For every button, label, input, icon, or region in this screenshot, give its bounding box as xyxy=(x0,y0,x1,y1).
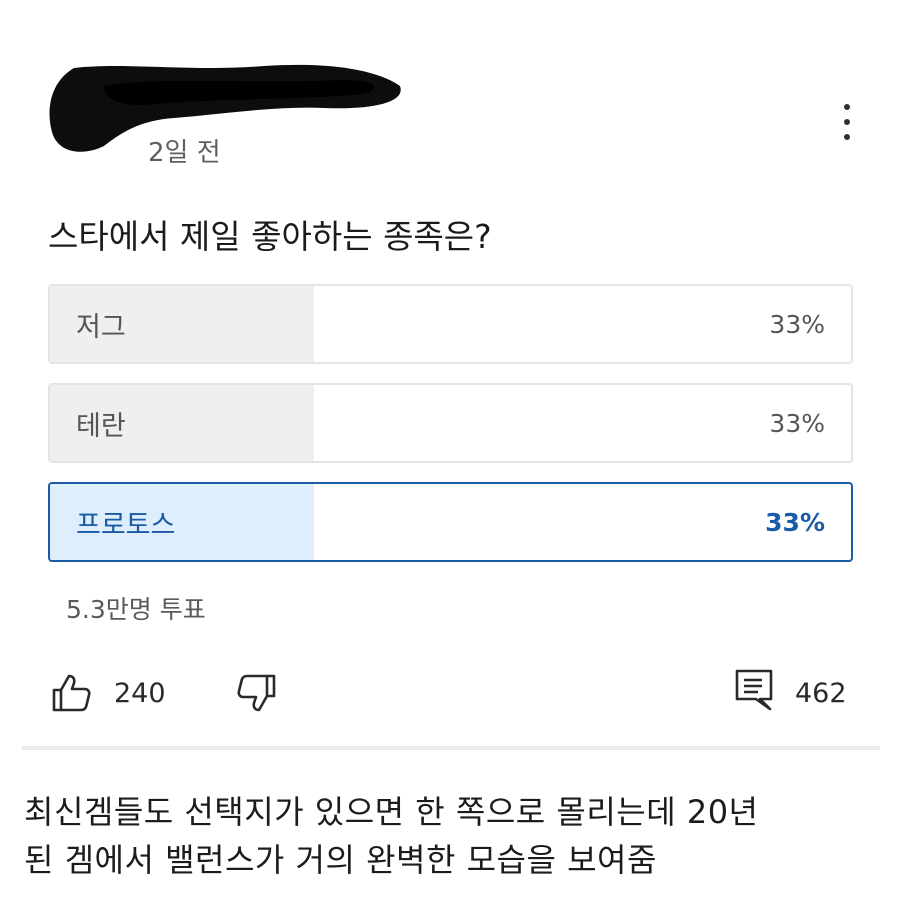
thumb-down-icon[interactable] xyxy=(236,672,278,714)
divider xyxy=(22,746,880,750)
comment-icon[interactable] xyxy=(734,668,774,712)
post-timestamp: 2일 전 xyxy=(148,138,221,168)
poll-option[interactable]: 저그 33% xyxy=(48,284,853,364)
caption-line: 최신겜들도 선택지가 있으면 한 쪽으로 몰리는데 20년 xyxy=(24,793,759,831)
poll-option-percent: 33% xyxy=(769,309,825,339)
poll-option-percent: 33% xyxy=(769,408,825,438)
poll-option-label: 테란 xyxy=(76,410,126,442)
caption-line: 된 겜에서 밸런스가 거의 완벽한 모습을 보여줌 xyxy=(24,841,657,879)
poll-option-percent: 33% xyxy=(765,507,825,537)
caption-text: 최신겜들도 선택지가 있으면 한 쪽으로 몰리는데 20년 된 겜에서 밸런스가… xyxy=(24,788,884,884)
like-count: 240 xyxy=(114,678,166,709)
vote-count: 5.3만명 투표 xyxy=(66,595,206,624)
more-vert-icon[interactable] xyxy=(832,104,862,140)
thumb-up-icon[interactable] xyxy=(50,672,92,714)
kebab-dot xyxy=(844,134,850,140)
poll-option-selected[interactable]: 프로토스 33% xyxy=(48,482,853,562)
redacted-author xyxy=(49,64,401,152)
comment-count: 462 xyxy=(795,678,847,709)
kebab-dot xyxy=(844,104,850,110)
poll-option[interactable]: 테란 33% xyxy=(48,383,853,463)
poll-option-label: 프로토스 xyxy=(76,509,176,541)
poll-question: 스타에서 제일 좋아하는 종족은? xyxy=(48,217,492,256)
kebab-dot xyxy=(844,119,850,125)
poll-option-label: 저그 xyxy=(76,311,126,343)
